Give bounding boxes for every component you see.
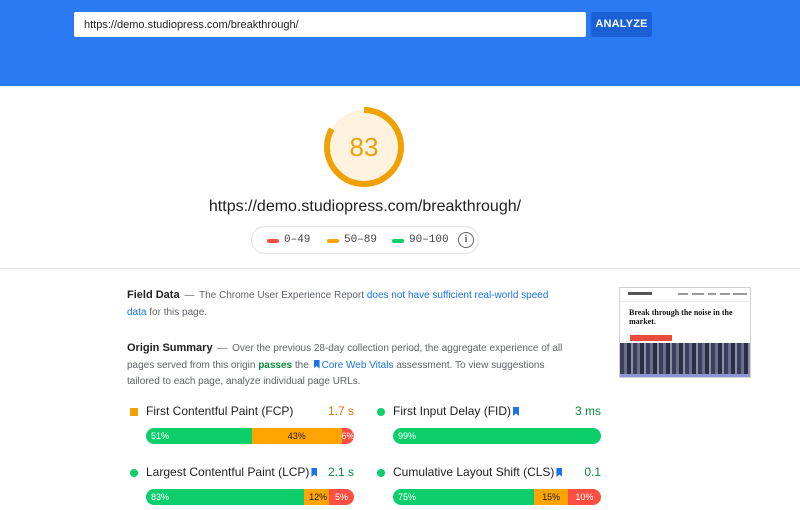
bar-average: 12% — [304, 489, 330, 505]
origin-summary-heading: Origin Summary — [127, 342, 213, 354]
bookmark-icon — [313, 359, 320, 369]
bar-good: 75% — [393, 489, 535, 505]
divider — [0, 268, 800, 269]
bookmark-icon — [311, 468, 318, 477]
thumbnail-nav-item — [708, 293, 716, 295]
distribution-bar: 51% 43% 6% — [146, 428, 354, 444]
origin-summary-the: the — [294, 359, 309, 371]
thumbnail-nav-item — [720, 293, 730, 295]
bar-average: 15% — [534, 489, 568, 505]
field-data-heading: Field Data — [127, 289, 180, 301]
bar-good: 83% — [146, 489, 305, 505]
score-value: 83 — [349, 132, 379, 162]
thumbnail-headline: Break through the noise in the market. — [629, 308, 733, 326]
metric-name: First Contentful Paint (FCP) — [146, 404, 294, 418]
field-data-text: The Chrome User Experience Report — [198, 290, 365, 301]
bookmark-icon — [556, 468, 563, 477]
good-dot-icon — [130, 469, 138, 477]
bar-good: 51% — [146, 428, 253, 444]
thumbnail-navbar — [620, 288, 750, 302]
metric-name: Largest Contentful Paint (LCP) — [146, 465, 319, 479]
legend-average: 50–89 — [344, 234, 378, 246]
good-dash-icon — [392, 239, 404, 243]
legend-poor: 0–49 — [284, 234, 311, 246]
average-square-icon — [130, 408, 138, 416]
url-input[interactable] — [74, 12, 586, 37]
metric-name-text: Largest Contentful Paint (LCP) — [146, 465, 310, 479]
bar-average: 43% — [252, 428, 342, 444]
metric-name: Cumulative Layout Shift (CLS) — [393, 465, 564, 479]
field-data-section: Field Data — The Chrome User Experience … — [127, 289, 549, 318]
passes-label: passes — [258, 359, 293, 371]
metric-value: 2.1 s — [327, 465, 354, 479]
thumbnail-nav-item — [733, 293, 747, 295]
average-dash-icon — [327, 239, 339, 243]
analyze-button[interactable]: ANALYZE — [591, 12, 652, 37]
metric-name-text: First Input Delay (FID) — [393, 404, 512, 418]
good-dot-icon — [377, 408, 385, 416]
legend-good: 90–100 — [409, 234, 449, 246]
metric-value: 3 ms — [574, 404, 601, 418]
metric-name: First Input Delay (FID) — [393, 404, 521, 418]
origin-summary-section: Origin Summary — Over the previous 28-da… — [127, 342, 563, 387]
bookmark-icon — [513, 407, 520, 416]
page-screenshot-thumbnail: Break through the noise in the market. — [619, 287, 751, 378]
core-web-vitals-link[interactable]: Core Web Vitals — [322, 360, 394, 371]
field-data-text-after: for this page. — [149, 306, 208, 318]
page-url: https://demo.studiopress.com/breakthroug… — [208, 198, 522, 215]
header-bar: ANALYZE — [0, 0, 800, 86]
bar-good: 99% — [393, 428, 601, 444]
thumbnail-logo — [628, 292, 652, 295]
metric-value: 0.1 — [584, 465, 601, 479]
thumbnail-button — [630, 335, 672, 341]
distribution-bar: 99% — [393, 428, 601, 444]
score-legend: 0–49 50–89 90–100 i — [251, 226, 479, 254]
poor-dash-icon — [267, 239, 279, 243]
metric-name-text: Cumulative Layout Shift (CLS) — [393, 465, 555, 479]
bar-poor: 5% — [329, 489, 354, 505]
distribution-bar: 75% 15% 10% — [393, 489, 601, 505]
distribution-bar: 83% 12% 5% — [146, 489, 354, 505]
info-icon[interactable]: i — [458, 232, 474, 248]
good-dot-icon — [377, 469, 385, 477]
bar-poor: 10% — [567, 489, 601, 505]
thumbnail-nav-item — [678, 293, 688, 295]
bar-poor: 6% — [341, 428, 354, 444]
thumbnail-image — [620, 343, 750, 377]
thumbnail-nav-item — [692, 293, 704, 295]
metric-value: 1.7 s — [327, 404, 354, 418]
thumbnail-strip — [620, 374, 750, 377]
